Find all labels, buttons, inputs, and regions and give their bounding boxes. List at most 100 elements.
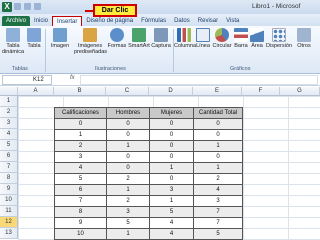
table-cell[interactable]: 2 <box>54 140 107 152</box>
column-header[interactable]: G <box>280 87 320 96</box>
table-cell[interactable]: 9 <box>54 217 107 229</box>
spreadsheet-grid[interactable]: A B C D E F G 1 2 3 4 5 6 7 8 9 10 11 12… <box>0 87 320 240</box>
table-cell[interactable]: 1 <box>149 162 194 174</box>
row-header[interactable]: 10 <box>0 195 18 206</box>
column-header[interactable]: A <box>18 87 54 96</box>
smartart-button[interactable]: SmartArt <box>127 28 151 49</box>
table-cell[interactable]: 0 <box>106 151 150 163</box>
table-cell[interactable]: 1 <box>193 162 243 174</box>
table-header-cell[interactable]: Mujeres <box>149 107 194 119</box>
excel-icon[interactable]: X <box>2 2 12 12</box>
table-button[interactable]: Tabla <box>26 28 42 49</box>
table-cell[interactable]: 0 <box>106 118 150 130</box>
table-cell[interactable]: 7 <box>54 195 107 207</box>
row-header-selected[interactable]: 12 <box>0 217 18 228</box>
table-cell[interactable]: 0 <box>149 151 194 163</box>
table-cell[interactable]: 0 <box>106 129 150 141</box>
row-header[interactable]: 1 <box>0 96 18 107</box>
table-cell[interactable]: 0 <box>149 140 194 152</box>
scatter-chart-button[interactable]: Dispersión <box>266 28 292 49</box>
line-chart-button[interactable]: Línea <box>195 28 211 49</box>
table-cell[interactable]: 6 <box>54 184 107 196</box>
table-cell[interactable]: 2 <box>106 173 150 185</box>
column-header[interactable]: D <box>149 87 193 96</box>
tab-insertar[interactable]: Insertar <box>52 16 83 26</box>
table-cell[interactable]: 4 <box>149 217 194 229</box>
table-cell[interactable]: 1 <box>106 184 150 196</box>
table-cell[interactable]: 4 <box>149 228 194 240</box>
table-cell[interactable]: 2 <box>106 195 150 207</box>
table-header-cell[interactable]: Hombres <box>106 107 150 119</box>
tab-datos[interactable]: Datos <box>170 16 194 26</box>
table-header-cell[interactable]: Calificaciones <box>54 107 107 119</box>
image-button[interactable]: Imagen <box>48 28 72 49</box>
table-cell[interactable]: 10 <box>54 228 107 240</box>
column-chart-button[interactable]: Columna <box>174 28 196 49</box>
table-cell[interactable]: 3 <box>193 195 243 207</box>
row-header[interactable]: 6 <box>0 151 18 162</box>
tab-inicio[interactable]: Inicio <box>30 16 52 26</box>
tab-archivo[interactable]: Archivo <box>2 16 31 26</box>
row-header[interactable]: 11 <box>0 206 18 217</box>
table-cell[interactable]: 4 <box>193 184 243 196</box>
table-cell[interactable]: 0 <box>54 118 107 130</box>
tab-diseno-pagina[interactable]: Diseño de página <box>82 16 137 26</box>
area-chart-button[interactable]: Área <box>250 28 264 49</box>
row-header[interactable]: 8 <box>0 173 18 184</box>
row-header[interactable]: 4 <box>0 129 18 140</box>
row-header[interactable]: 3 <box>0 118 18 129</box>
column-header[interactable]: C <box>106 87 149 96</box>
table-cell[interactable]: 1 <box>193 140 243 152</box>
table-cell[interactable]: 7 <box>193 206 243 218</box>
clipart-button[interactable]: Imágenes prediseñadas <box>74 28 107 55</box>
tab-vista[interactable]: Vista <box>222 16 243 26</box>
table-cell[interactable]: 5 <box>54 173 107 185</box>
table-cell[interactable]: 8 <box>54 206 107 218</box>
data-table: Calificaciones Hombres Mujeres Cantidad … <box>54 107 243 240</box>
column-header[interactable]: E <box>193 87 242 96</box>
pie-chart-button[interactable]: Circular <box>212 28 232 49</box>
table-cell[interactable]: 5 <box>106 217 150 229</box>
column-header[interactable]: F <box>242 87 280 96</box>
table-cell[interactable]: 0 <box>149 118 194 130</box>
save-icon[interactable] <box>14 3 21 10</box>
redo-icon[interactable] <box>34 3 41 10</box>
screenshot-button[interactable]: Captura <box>150 28 172 49</box>
table-cell[interactable]: 1 <box>149 195 194 207</box>
undo-icon[interactable] <box>24 3 31 10</box>
table-cell[interactable]: 3 <box>106 206 150 218</box>
table-cell[interactable]: 1 <box>54 129 107 141</box>
table-cell[interactable]: 0 <box>193 118 243 130</box>
table-cell[interactable]: 1 <box>106 228 150 240</box>
row-header[interactable]: 2 <box>0 107 18 118</box>
table-cell[interactable]: 5 <box>193 228 243 240</box>
pivot-table-button[interactable]: Tabla dinámica <box>2 28 24 55</box>
fx-icon[interactable]: fx <box>70 75 75 81</box>
row-header[interactable]: 5 <box>0 140 18 151</box>
shapes-button[interactable]: Formas <box>107 28 127 49</box>
bar-chart-button[interactable]: Barra <box>233 28 249 49</box>
row-header[interactable]: 7 <box>0 162 18 173</box>
table-cell[interactable]: 0 <box>193 129 243 141</box>
row-header[interactable]: 13 <box>0 228 18 239</box>
formula-input[interactable] <box>80 75 318 85</box>
row-header[interactable]: 9 <box>0 184 18 195</box>
table-cell[interactable]: 1 <box>106 140 150 152</box>
table-cell[interactable]: 0 <box>193 151 243 163</box>
table-cell[interactable]: 4 <box>54 162 107 174</box>
column-header[interactable]: B <box>54 87 106 96</box>
table-cell[interactable]: 3 <box>149 184 194 196</box>
table-cell[interactable]: 0 <box>106 162 150 174</box>
table-cell[interactable]: 0 <box>149 129 194 141</box>
table-cell[interactable]: 7 <box>193 217 243 229</box>
table-cell[interactable]: 0 <box>149 173 194 185</box>
tab-revisar[interactable]: Revisar <box>194 16 222 26</box>
table-cell[interactable]: 5 <box>149 206 194 218</box>
name-box[interactable]: K12 <box>2 75 52 85</box>
table-header-cell[interactable]: Cantidad Total <box>193 107 243 119</box>
select-all-corner[interactable] <box>0 87 18 96</box>
table-cell[interactable]: 2 <box>193 173 243 185</box>
table-cell[interactable]: 3 <box>54 151 107 163</box>
other-charts-button[interactable]: Otros <box>294 28 314 49</box>
tab-formulas[interactable]: Fórmulas <box>137 16 170 26</box>
